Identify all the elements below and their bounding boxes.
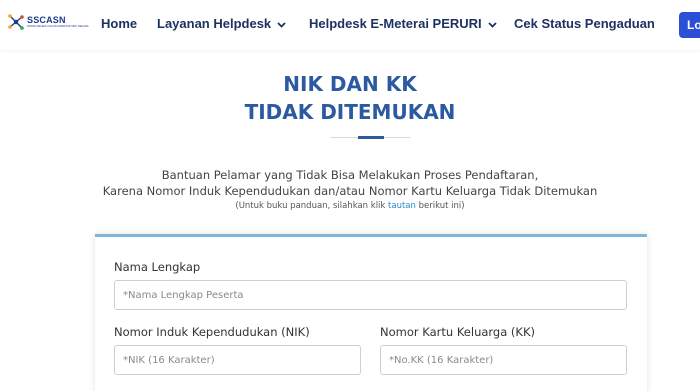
nik-label: Nomor Induk Kependudukan (NIK) — [114, 325, 310, 339]
nav-home-label: Home — [101, 16, 138, 31]
chevron-down-icon — [488, 16, 497, 31]
navbar: SSCASN SISTEM SELEKSI CALON APARATUR SIP… — [0, 0, 700, 50]
page-title-line2: TIDAK DITEMUKAN — [244, 100, 456, 124]
chevron-down-icon — [277, 16, 286, 31]
logo-text: SSCASN SISTEM SELEKSI CALON APARATUR SIP… — [27, 14, 89, 29]
logo[interactable]: SSCASN SISTEM SELEKSI CALON APARATUR SIP… — [7, 13, 89, 31]
nav-layanan-label: Layanan Helpdesk — [157, 16, 272, 31]
nav-home-link[interactable]: Home — [101, 16, 137, 31]
logo-title: SSCASN — [27, 14, 66, 25]
nama-label: Nama Lengkap — [114, 260, 201, 274]
login-button[interactable]: Login — [679, 12, 700, 38]
form-card: Nama Lengkap Nomor Induk Kependudukan (N… — [95, 234, 647, 391]
description-line2: Karena Nomor Induk Kependudukan dan/atau… — [102, 184, 598, 198]
guide-note-after: berikut ini) — [415, 201, 465, 211]
nav-emeterai-dropdown[interactable]: Helpdesk E-Meterai PERURI — [309, 16, 497, 31]
nama-input[interactable] — [114, 280, 627, 310]
nik-input[interactable] — [114, 345, 361, 375]
guide-note-before: (Untuk buku panduan, silahkan klik — [235, 201, 389, 211]
kk-input[interactable] — [380, 345, 627, 375]
guide-link[interactable]: tautan — [388, 201, 416, 211]
kk-label: Nomor Kartu Keluarga (KK) — [380, 325, 535, 339]
logo-subtext: SISTEM SELEKSI CALON APARATUR SIPIL NEGA… — [27, 24, 89, 28]
guide-note: (Untuk buku panduan, silahkan klik tauta… — [0, 201, 700, 211]
sscasn-logo-icon — [8, 14, 24, 30]
nav-cek-status-link[interactable]: Cek Status Pengaduan — [514, 16, 655, 31]
nav-cek-status-label: Cek Status Pengaduan — [514, 16, 655, 31]
nav-layanan-helpdesk-dropdown[interactable]: Layanan Helpdesk — [157, 16, 286, 31]
title-divider-accent — [358, 136, 384, 139]
description-line1: Bantuan Pelamar yang Tidak Bisa Melakuka… — [161, 168, 539, 182]
nav-emeterai-label: Helpdesk E-Meterai PERURI — [309, 16, 482, 31]
page-title-line1: NIK DAN KK — [283, 72, 417, 96]
